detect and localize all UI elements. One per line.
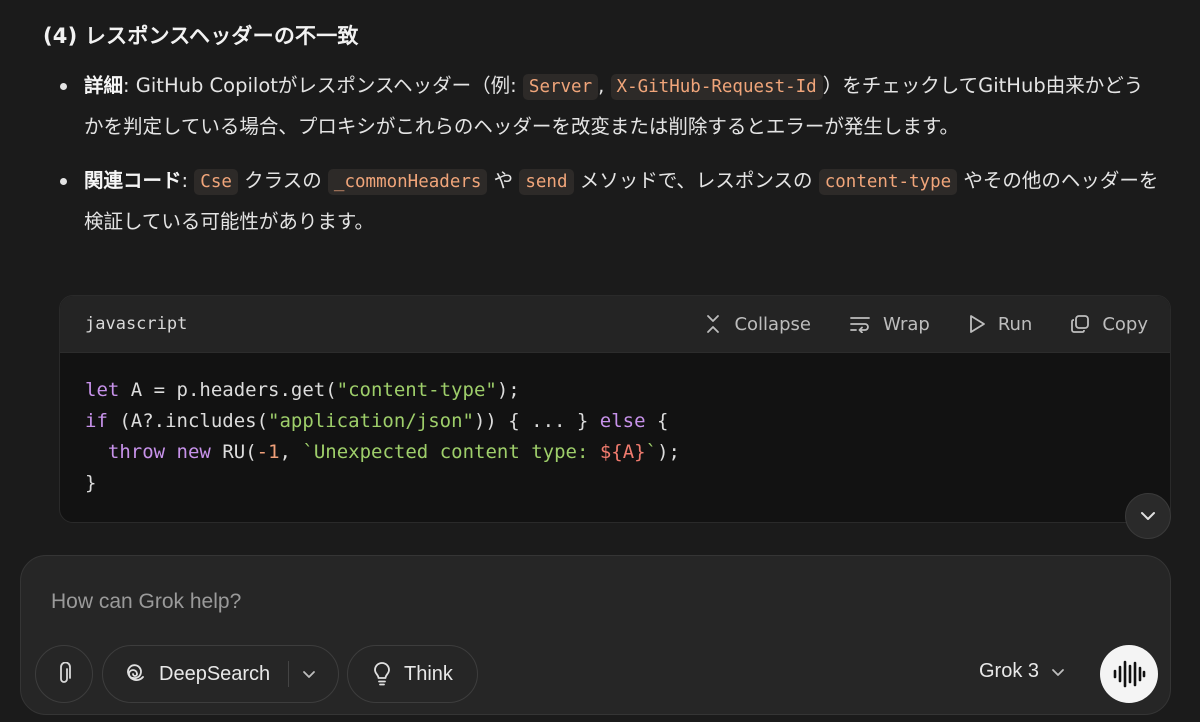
bullet-text: : GitHub Copilotがレスポンスヘッダー（例: <box>123 74 523 97</box>
collapse-button[interactable]: Collapse <box>704 314 811 335</box>
inline-code: send <box>519 169 574 195</box>
code-block: javascript Collapse Wrap Run Copy let A … <box>59 295 1171 523</box>
composer: DeepSearch Think Grok 3 <box>20 555 1171 715</box>
inline-code: _commonHeaders <box>327 169 488 195</box>
swirl-icon <box>127 664 144 681</box>
lightbulb-icon <box>374 662 390 686</box>
code-language-label: javascript <box>85 314 188 334</box>
wrap-icon <box>850 317 870 333</box>
code-header: javascript Collapse Wrap Run Copy <box>60 296 1170 353</box>
collapse-icon <box>707 315 720 333</box>
code-token: , <box>279 441 303 463</box>
chevron-down-icon <box>1052 668 1064 676</box>
copy-label: Copy <box>1102 313 1148 335</box>
code-token: ${A} <box>599 441 646 463</box>
list-item: 詳細: GitHub Copilotがレスポンスヘッダー（例: Server, … <box>60 66 1160 147</box>
think-button[interactable]: Think <box>347 645 478 703</box>
paperclip-icon <box>60 662 71 683</box>
inline-code: content-type <box>818 169 958 195</box>
voice-waveform-icon <box>1113 660 1146 688</box>
code-token: -1 <box>256 441 280 463</box>
copy-button[interactable]: Copy <box>1070 314 1148 335</box>
code-token: } <box>85 472 97 494</box>
code-actions: Collapse Wrap Run Copy <box>666 314 1148 335</box>
bullet-dot <box>60 83 67 90</box>
think-label: Think <box>404 662 453 685</box>
collapse-label: Collapse <box>734 313 811 335</box>
code-token: if <box>85 410 108 432</box>
code-token: new <box>176 441 211 463</box>
section-heading: (4) レスポンスヘッダーの不一致 <box>43 24 359 48</box>
code-token: ` <box>645 441 658 463</box>
code-token: ); <box>496 379 520 401</box>
model-label: Grok 3 <box>979 660 1040 682</box>
voice-button[interactable] <box>1100 645 1158 703</box>
deepsearch-dropdown[interactable] <box>289 646 329 702</box>
wrap-button[interactable]: Wrap <box>849 314 930 335</box>
attach-button[interactable] <box>35 645 93 703</box>
code-token: RU( <box>210 441 257 463</box>
bullet-label: 詳細 <box>84 74 124 97</box>
code-body: let A = p.headers.get("content-type"); i… <box>60 353 1170 521</box>
code-token: )) { ... } <box>473 410 600 432</box>
bullet-label: 関連コード <box>84 169 182 192</box>
deepsearch-label: DeepSearch <box>159 662 271 685</box>
code-token: `Unexpected content type: <box>302 441 600 463</box>
inline-code: X-GitHub-Request-Id <box>610 74 823 100</box>
bullet-text: クラスの <box>237 169 328 192</box>
scroll-down-button[interactable] <box>1125 493 1171 539</box>
code-token: "content-type" <box>336 379 497 401</box>
bullet-text: , <box>598 74 611 97</box>
code-token: ); <box>657 441 680 463</box>
bullet-list: 詳細: GitHub Copilotがレスポンスヘッダー（例: Server, … <box>60 66 1160 256</box>
bullet-text: や <box>487 169 520 192</box>
code-token: else <box>599 410 646 432</box>
chevron-down-icon <box>1141 512 1155 520</box>
copy-icon <box>1071 315 1090 333</box>
chat-content: (4) レスポンスヘッダーの不一致 詳細: GitHub Copilotがレスポ… <box>0 0 1200 560</box>
run-button[interactable]: Run <box>968 313 1033 335</box>
code-token: (A?.includes( <box>107 410 269 432</box>
inline-code: Cse <box>194 169 238 195</box>
play-icon <box>969 315 985 333</box>
prompt-input[interactable] <box>49 584 949 620</box>
deepsearch-button[interactable]: DeepSearch <box>102 645 339 703</box>
inline-code: Server <box>522 74 599 100</box>
run-label: Run <box>997 313 1033 335</box>
model-selector[interactable]: Grok 3 <box>979 660 1065 683</box>
bullet-text: メソッドで、レスポンスの <box>573 169 819 192</box>
list-item: 関連コード: Cse クラスの _commonHeaders や send メソ… <box>60 161 1160 242</box>
code-token: "application/json" <box>268 410 474 432</box>
code-token: A = p.headers.get( <box>119 379 337 401</box>
bullet-text: : <box>181 169 195 192</box>
wrap-label: Wrap <box>882 313 930 335</box>
code-token: throw <box>107 441 166 463</box>
code-token: let <box>85 379 120 401</box>
code-token: { <box>645 410 669 432</box>
chevron-down-icon <box>303 671 316 678</box>
bullet-dot <box>60 178 67 185</box>
